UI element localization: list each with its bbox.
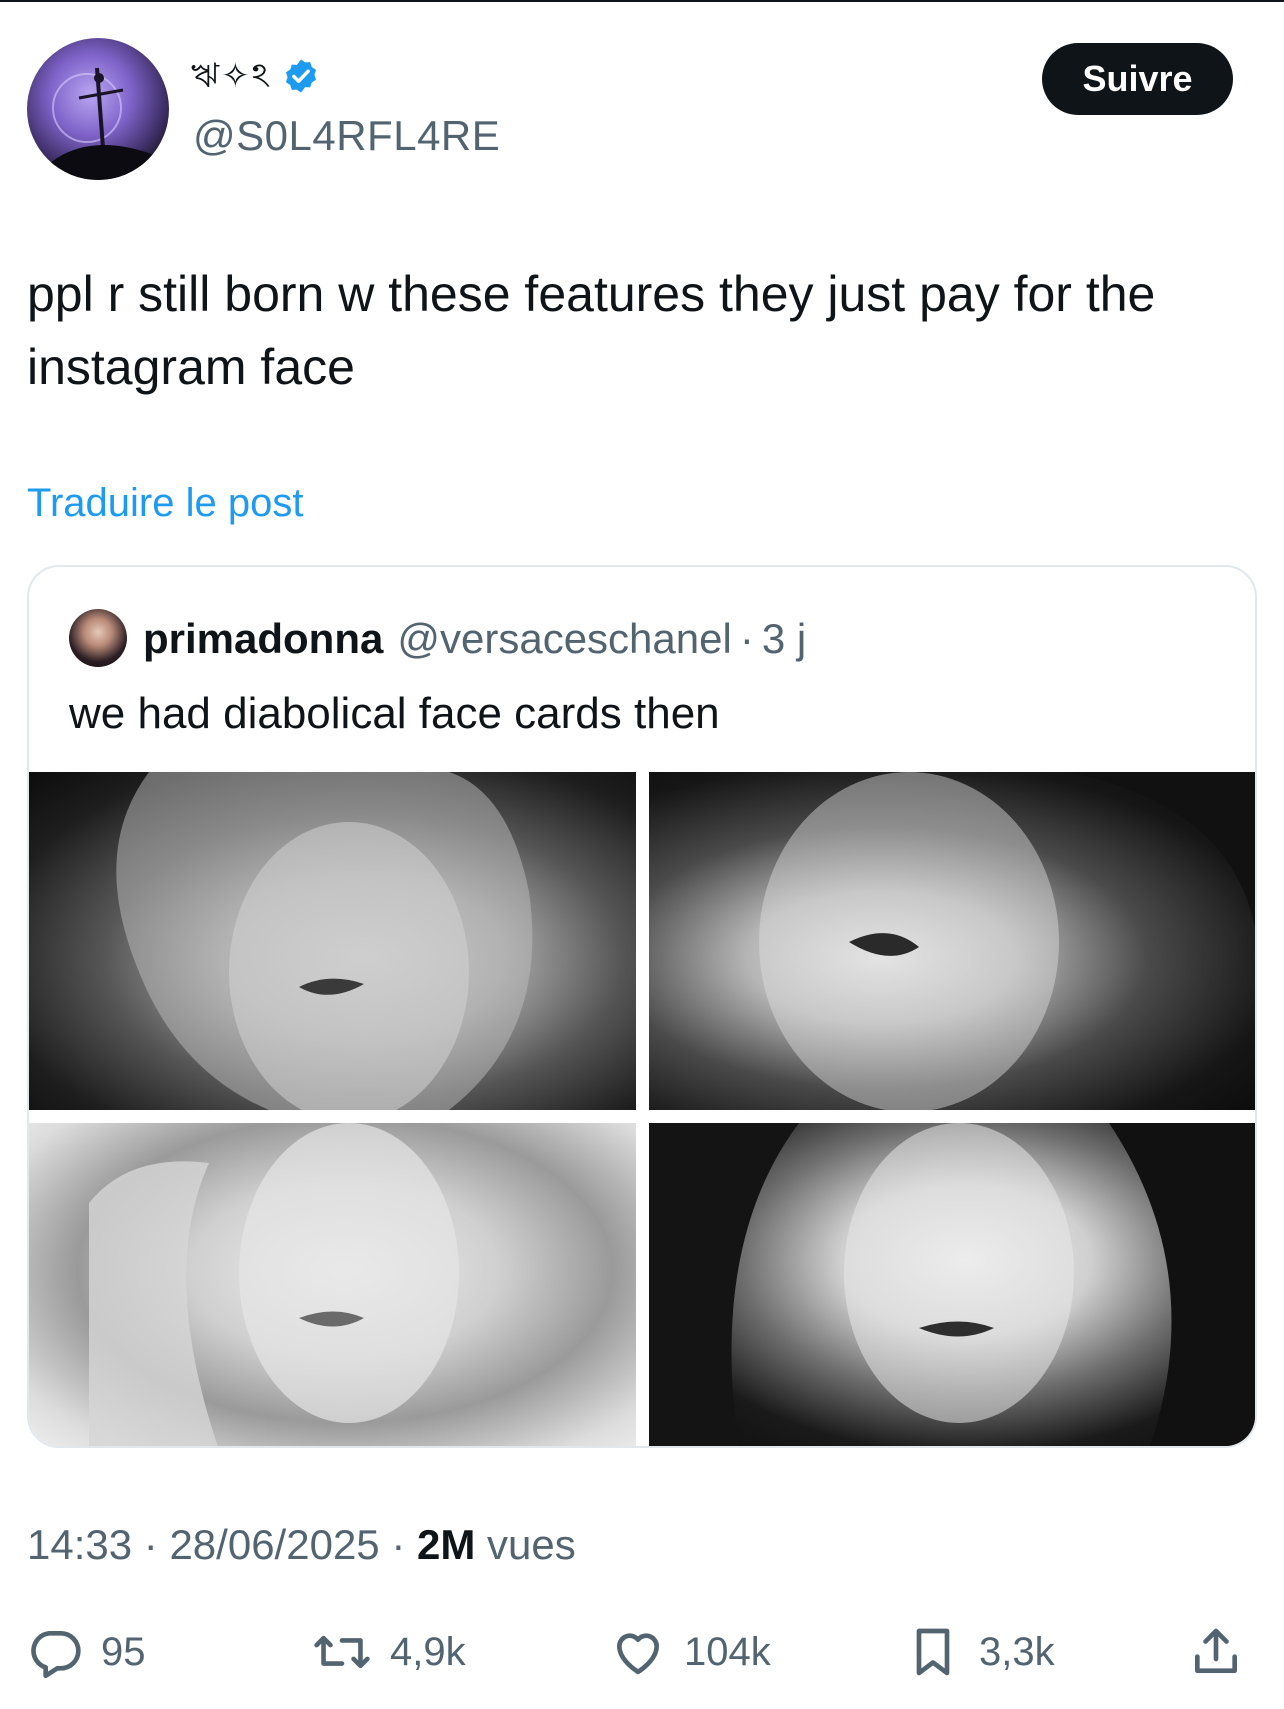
author-avatar[interactable] — [27, 38, 169, 180]
separator-dot: · — [391, 1521, 406, 1568]
like-icon — [610, 1624, 666, 1680]
reply-count: 95 — [101, 1629, 146, 1674]
repost-count: 4,9k — [390, 1629, 466, 1674]
post-text: ppl r still born w these features they j… — [27, 266, 1156, 395]
quoted-post-header: primadonna @versaceschanel · 3 j — [143, 611, 806, 667]
avatar-art — [27, 67, 169, 180]
reply-icon — [27, 1624, 83, 1680]
reply-button[interactable]: 95 — [27, 1617, 146, 1687]
share-icon — [1188, 1624, 1244, 1680]
bookmark-count: 3,3k — [979, 1629, 1055, 1674]
top-divider — [0, 0, 1284, 2]
quoted-author-handle: @versaceschanel — [397, 615, 732, 662]
author-handle[interactable]: @S0L4RFL4RE — [193, 112, 500, 160]
like-count: 104k — [684, 1629, 771, 1674]
repost-button[interactable]: 4,9k — [312, 1617, 466, 1687]
photo-grid — [29, 772, 1255, 1446]
views-label: vues — [487, 1521, 576, 1568]
author-name-row: ঋ✧ঽ — [191, 48, 320, 108]
repost-icon — [312, 1624, 372, 1680]
photo-4[interactable] — [649, 1123, 1255, 1446]
bookmark-button[interactable]: 3,3k — [905, 1617, 1055, 1687]
photo-3[interactable] — [29, 1123, 636, 1446]
separator-dot: · — [143, 1521, 158, 1568]
quoted-author-name: primadonna — [143, 615, 384, 662]
post-meta: 14:33 · 28/06/2025 · 2M vues — [27, 1521, 576, 1569]
quoted-post-text: we had diabolical face cards then — [69, 689, 720, 738]
follow-button[interactable]: Suivre — [1042, 43, 1233, 115]
quoted-author-avatar — [69, 609, 127, 667]
photo-1[interactable] — [29, 772, 636, 1110]
separator-dot: · — [739, 615, 754, 662]
translate-post-link[interactable]: Traduire le post — [27, 481, 303, 526]
verified-badge-icon — [282, 57, 320, 100]
quoted-post-card[interactable]: primadonna @versaceschanel · 3 j we had … — [27, 565, 1257, 1448]
photo-2[interactable] — [649, 772, 1255, 1110]
post-time[interactable]: 14:33 — [27, 1521, 132, 1568]
views-count: 2M — [417, 1521, 476, 1568]
like-button[interactable]: 104k — [610, 1617, 771, 1687]
share-button[interactable] — [1188, 1617, 1244, 1687]
bookmark-icon — [905, 1624, 961, 1680]
author-display-name[interactable]: ঋ✧ঽ — [191, 50, 272, 107]
post-date[interactable]: 28/06/2025 — [169, 1521, 379, 1568]
quoted-post-time: 3 j — [761, 615, 807, 662]
